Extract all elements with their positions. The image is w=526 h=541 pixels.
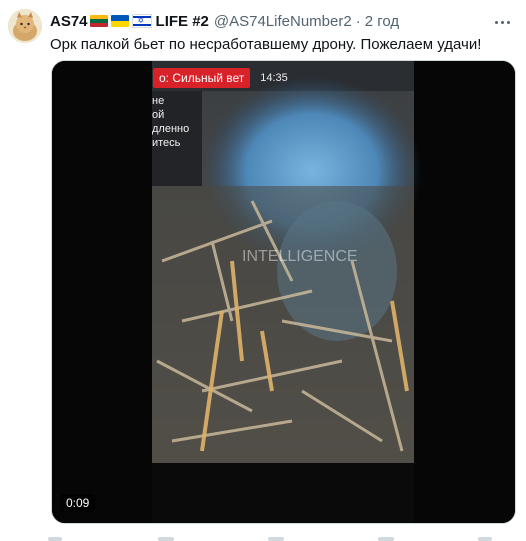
side-text-line: итесь [152, 137, 181, 149]
israel-flag-icon: ✡ [131, 14, 152, 28]
timestamp[interactable]: 2 год [365, 13, 399, 30]
tweet-text: Орк палкой бьет по несработавшему дрону.… [50, 36, 482, 53]
more-options-button[interactable] [492, 12, 512, 32]
lithuania-flag-icon [89, 15, 108, 27]
tv-overlay: о: Сильный вет 14:35 [153, 66, 413, 90]
user-handle[interactable]: @AS74LifeNumber2 [214, 13, 352, 30]
tweet[interactable]: AS74 ✡ LIFE #2 @AS74LifeNumber2 · 2 год … [0, 0, 526, 541]
video-player[interactable]: INTELLIGENCE о: Сильный вет 14:35 не ой … [51, 60, 516, 524]
video-frame: INTELLIGENCE [52, 61, 515, 523]
display-name[interactable]: AS74 [50, 13, 88, 30]
side-text-line: не [152, 95, 165, 107]
display-name-suffix[interactable]: LIFE #2 [156, 13, 209, 30]
side-text-line: ой [152, 109, 165, 121]
more-dot-icon [494, 20, 498, 24]
more-dot-icon [500, 20, 504, 24]
overlay-side-text: не ой дленно итесь [152, 94, 198, 150]
action-bar-partial [48, 537, 492, 541]
side-text-line: дленно [152, 123, 190, 135]
overlay-time: 14:35 [260, 72, 288, 84]
tweet-header: AS74 ✡ LIFE #2 @AS74LifeNumber2 · 2 год [50, 11, 399, 31]
ukraine-flag-icon [110, 15, 129, 27]
separator-dot: · [355, 12, 361, 30]
live-tag: о: Сильный вет [153, 68, 251, 88]
avatar[interactable] [8, 9, 42, 43]
cat-avatar-icon [8, 9, 42, 43]
video-duration-badge: 0:09 [60, 494, 96, 512]
video-watermark: INTELLIGENCE [242, 248, 358, 265]
more-dot-icon [506, 20, 510, 24]
